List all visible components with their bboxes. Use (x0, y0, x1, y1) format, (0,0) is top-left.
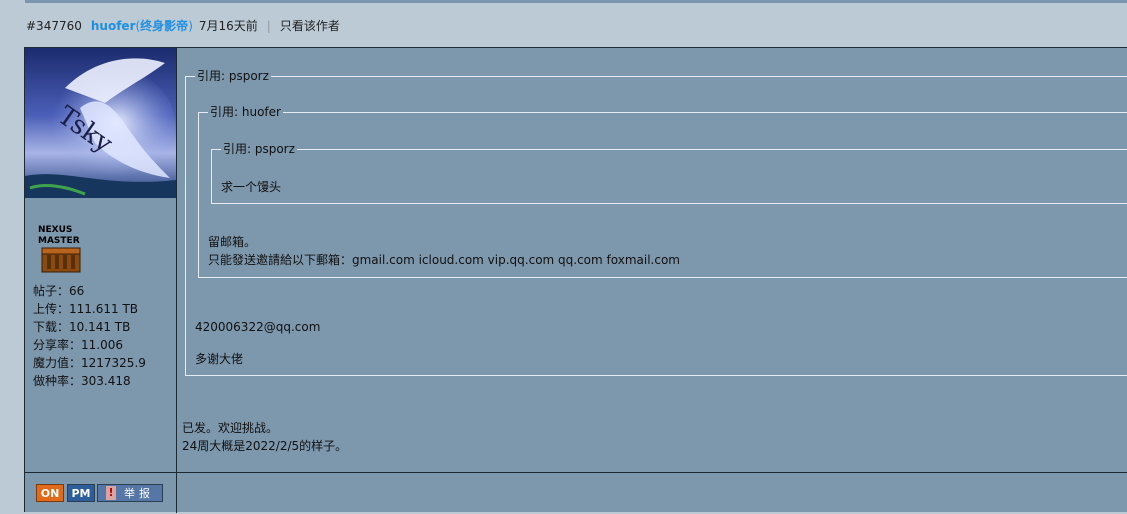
pm-button[interactable]: PM (67, 484, 95, 502)
avatar-image: Tsky (25, 48, 176, 198)
quote-middle-text-1: 留邮箱。 (208, 235, 257, 249)
post-body-line-2: 24周大概是2022/2/5的样子。 (182, 439, 348, 453)
quote-inner: 引用: psporz (211, 142, 1127, 204)
report-button-label: 举报 (124, 487, 154, 500)
stat-bonus-points: 魔力值：1217325.9 (33, 356, 146, 370)
quote-inner-text: 求一个馒头 (221, 180, 282, 194)
level-badge: NEXUS MASTER (38, 225, 86, 273)
post-content: 引用: psporz 引用: huofer 引用: psporz 求一个馒头 留… (177, 48, 1127, 472)
report-icon: ! (106, 486, 116, 500)
stat-share-ratio: 分享率：11.006 (33, 338, 123, 352)
quote-middle-text-2: 只能發送邀請給以下郵箱：gmail.com icloud.com vip.qq.… (208, 253, 680, 267)
level-badge-text: NEXUS MASTER (38, 225, 80, 246)
author-link[interactable]: huofer (91, 19, 136, 33)
user-avatar[interactable]: Tsky (25, 48, 176, 198)
treasure-chest-icon (41, 247, 81, 273)
user-title: 终身影帝 (140, 19, 189, 33)
report-button[interactable]: ! 举报 (97, 484, 163, 502)
online-status-button[interactable]: ON (36, 484, 64, 502)
post-actions-row: ON PM ! 举报 (25, 472, 1127, 513)
quote-middle-label: 引用: huofer (208, 105, 283, 120)
quote-outer-text-2: 多谢大佬 (195, 352, 244, 366)
user-stats: 帖子：66 上传：111.611 TB 下载：10.141 TB 分享率：11.… (33, 282, 146, 390)
post-time: 7月16天前 (198, 19, 258, 33)
stat-posts: 帖子：66 (33, 284, 85, 298)
quote-outer-text-1: 420006322@qq.com (195, 320, 321, 334)
stat-upload: 上传：111.611 TB (33, 302, 139, 316)
meta-separator: | (266, 19, 271, 33)
post-body-line-1: 已发。欢迎挑战。 (182, 421, 279, 435)
quote-outer-label: 引用: psporz (195, 69, 271, 84)
post-container: Tsky NEXUS MASTER 帖子：66 上传：111.611 TB 下载… (24, 47, 1127, 513)
post-meta: #347760 huofer ( 终身影帝 ) 7月16天前 | 只看该作者 (26, 17, 340, 34)
post-id-link[interactable]: #347760 (26, 19, 82, 33)
only-author-link[interactable]: 只看该作者 (280, 17, 340, 34)
user-info-column: Tsky NEXUS MASTER 帖子：66 上传：111.611 TB 下载… (25, 48, 177, 472)
stat-seeding-ratio: 做种率：303.418 (33, 374, 131, 388)
quote-inner-label: 引用: psporz (221, 142, 297, 157)
user-actions: ON PM ! 举报 (25, 473, 177, 513)
post-header: #347760 huofer ( 终身影帝 ) 7月16天前 | 只看该作者 (0, 3, 1127, 47)
title-close-paren: ) (188, 19, 193, 33)
stat-download: 下载：10.141 TB (33, 320, 131, 334)
